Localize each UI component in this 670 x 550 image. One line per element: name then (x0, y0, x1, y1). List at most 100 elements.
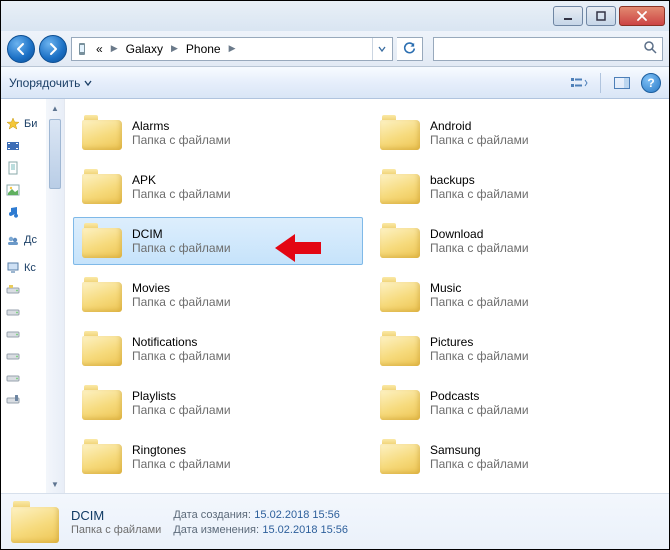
command-toolbar: Упорядочить ? (1, 67, 669, 99)
folder-icon (380, 115, 420, 151)
folder-item-backups[interactable]: backupsПапка с файлами (371, 163, 661, 211)
sidebar-label: Би (24, 118, 37, 130)
folder-name: Alarms (132, 119, 231, 133)
drive-icon (5, 370, 21, 386)
search-input[interactable] (433, 37, 663, 61)
window-titlebar (1, 1, 669, 31)
details-created-label: Дата создания: (173, 509, 251, 521)
drive-icon (5, 304, 21, 320)
folder-name: Pictures (430, 335, 529, 349)
preview-pane-button[interactable] (609, 72, 635, 94)
phone-drive-icon (5, 392, 21, 408)
folder-name: backups (430, 173, 529, 187)
folder-icon (82, 331, 122, 367)
folder-item-download[interactable]: DownloadПапка с файлами (371, 217, 661, 265)
view-options-button[interactable] (566, 72, 592, 94)
folder-icon (380, 439, 420, 475)
folder-item-samsung[interactable]: SamsungПапка с файлами (371, 433, 661, 481)
folder-item-dcim[interactable]: DCIMПапка с файлами (73, 217, 363, 265)
toolbar-separator (600, 73, 601, 93)
picture-icon (5, 182, 21, 198)
folder-subtitle: Папка с файлами (132, 295, 231, 309)
sidebar-scrollbar[interactable]: ▲ ▼ (46, 99, 64, 493)
drive-icon (5, 282, 21, 298)
folder-content-area: AlarmsПапка с файламиAndroidПапка с файл… (65, 99, 669, 493)
folder-item-pictures[interactable]: PicturesПапка с файлами (371, 325, 661, 373)
folder-name: Ringtones (132, 443, 231, 457)
details-modified-value: 15.02.2018 15:56 (262, 524, 348, 536)
window-minimize-button[interactable] (553, 6, 583, 26)
chevron-right-icon: ▶ (227, 43, 238, 54)
folder-item-movies[interactable]: MoviesПапка с файлами (73, 271, 363, 319)
sidebar-label: Дс (24, 234, 37, 246)
breadcrumb-phone[interactable]: Phone (180, 38, 227, 60)
folder-name: Music (430, 281, 529, 295)
navigation-bar: « ▶ Galaxy ▶ Phone ▶ (1, 31, 669, 67)
folder-name: Playlists (132, 389, 231, 403)
chevron-right-icon: ▶ (109, 43, 120, 54)
folder-icon (380, 223, 420, 259)
folder-icon (82, 439, 122, 475)
star-icon (5, 116, 21, 132)
music-icon (5, 204, 21, 220)
folder-subtitle: Папка с файлами (430, 295, 529, 309)
folder-item-notifications[interactable]: NotificationsПапка с файлами (73, 325, 363, 373)
folder-name: DCIM (132, 227, 231, 241)
details-pane: DCIM Папка с файлами Дата создания: 15.0… (1, 493, 669, 549)
details-created-value: 15.02.2018 15:56 (254, 509, 340, 521)
folder-item-ringtones[interactable]: RingtonesПапка с файлами (73, 433, 363, 481)
scroll-down-icon[interactable]: ▼ (46, 475, 64, 493)
nav-forward-button[interactable] (39, 35, 67, 63)
folder-item-alarms[interactable]: AlarmsПапка с файлами (73, 109, 363, 157)
refresh-button[interactable] (397, 37, 423, 61)
folder-icon (380, 385, 420, 421)
folder-icon (380, 331, 420, 367)
scroll-up-icon[interactable]: ▲ (46, 99, 64, 117)
address-dropdown-button[interactable] (372, 38, 390, 60)
folder-item-podcasts[interactable]: PodcastsПапка с файлами (371, 379, 661, 427)
folder-name: APK (132, 173, 231, 187)
window-maximize-button[interactable] (586, 6, 616, 26)
folder-item-music[interactable]: MusicПапка с файлами (371, 271, 661, 319)
folder-subtitle: Папка с файлами (132, 349, 231, 363)
folder-icon (380, 169, 420, 205)
drive-icon (5, 326, 21, 342)
folder-icon (82, 223, 122, 259)
folder-item-apk[interactable]: APKПапка с файлами (73, 163, 363, 211)
scroll-thumb[interactable] (49, 119, 61, 189)
search-icon (643, 40, 657, 57)
device-icon (74, 41, 90, 57)
breadcrumb-galaxy[interactable]: Galaxy (120, 38, 169, 60)
chevron-right-icon: ▶ (169, 43, 180, 54)
homegroup-icon (5, 232, 21, 248)
details-name: DCIM (71, 508, 161, 523)
address-bar[interactable]: « ▶ Galaxy ▶ Phone ▶ (71, 37, 393, 61)
navigation-sidebar: Би Дс Кс ▲ ▼ (1, 99, 65, 493)
window-close-button[interactable] (619, 6, 665, 26)
sidebar-label: Кс (24, 262, 36, 274)
details-modified-label: Дата изменения: (173, 524, 259, 536)
folder-icon (82, 115, 122, 151)
folder-subtitle: Папка с файлами (430, 349, 529, 363)
folder-subtitle: Папка с файлами (132, 457, 231, 471)
folder-subtitle: Папка с файлами (132, 403, 231, 417)
folder-icon (380, 277, 420, 313)
details-type: Папка с файлами (71, 524, 161, 536)
folder-subtitle: Папка с файлами (132, 187, 231, 201)
nav-back-button[interactable] (7, 35, 35, 63)
drive-icon (5, 348, 21, 364)
folder-subtitle: Папка с файлами (430, 133, 529, 147)
document-icon (5, 160, 21, 176)
folder-icon (82, 169, 122, 205)
folder-name: Movies (132, 281, 231, 295)
organize-label: Упорядочить (9, 76, 80, 90)
folder-subtitle: Папка с файлами (132, 133, 231, 147)
folder-item-playlists[interactable]: PlaylistsПапка с файлами (73, 379, 363, 427)
folder-subtitle: Папка с файлами (430, 457, 529, 471)
folder-item-android[interactable]: AndroidПапка с файлами (371, 109, 661, 157)
folder-name: Notifications (132, 335, 231, 349)
help-button[interactable]: ? (641, 73, 661, 93)
computer-icon (5, 260, 21, 276)
organize-menu[interactable]: Упорядочить (9, 76, 92, 90)
breadcrumb-overflow[interactable]: « (90, 38, 109, 60)
